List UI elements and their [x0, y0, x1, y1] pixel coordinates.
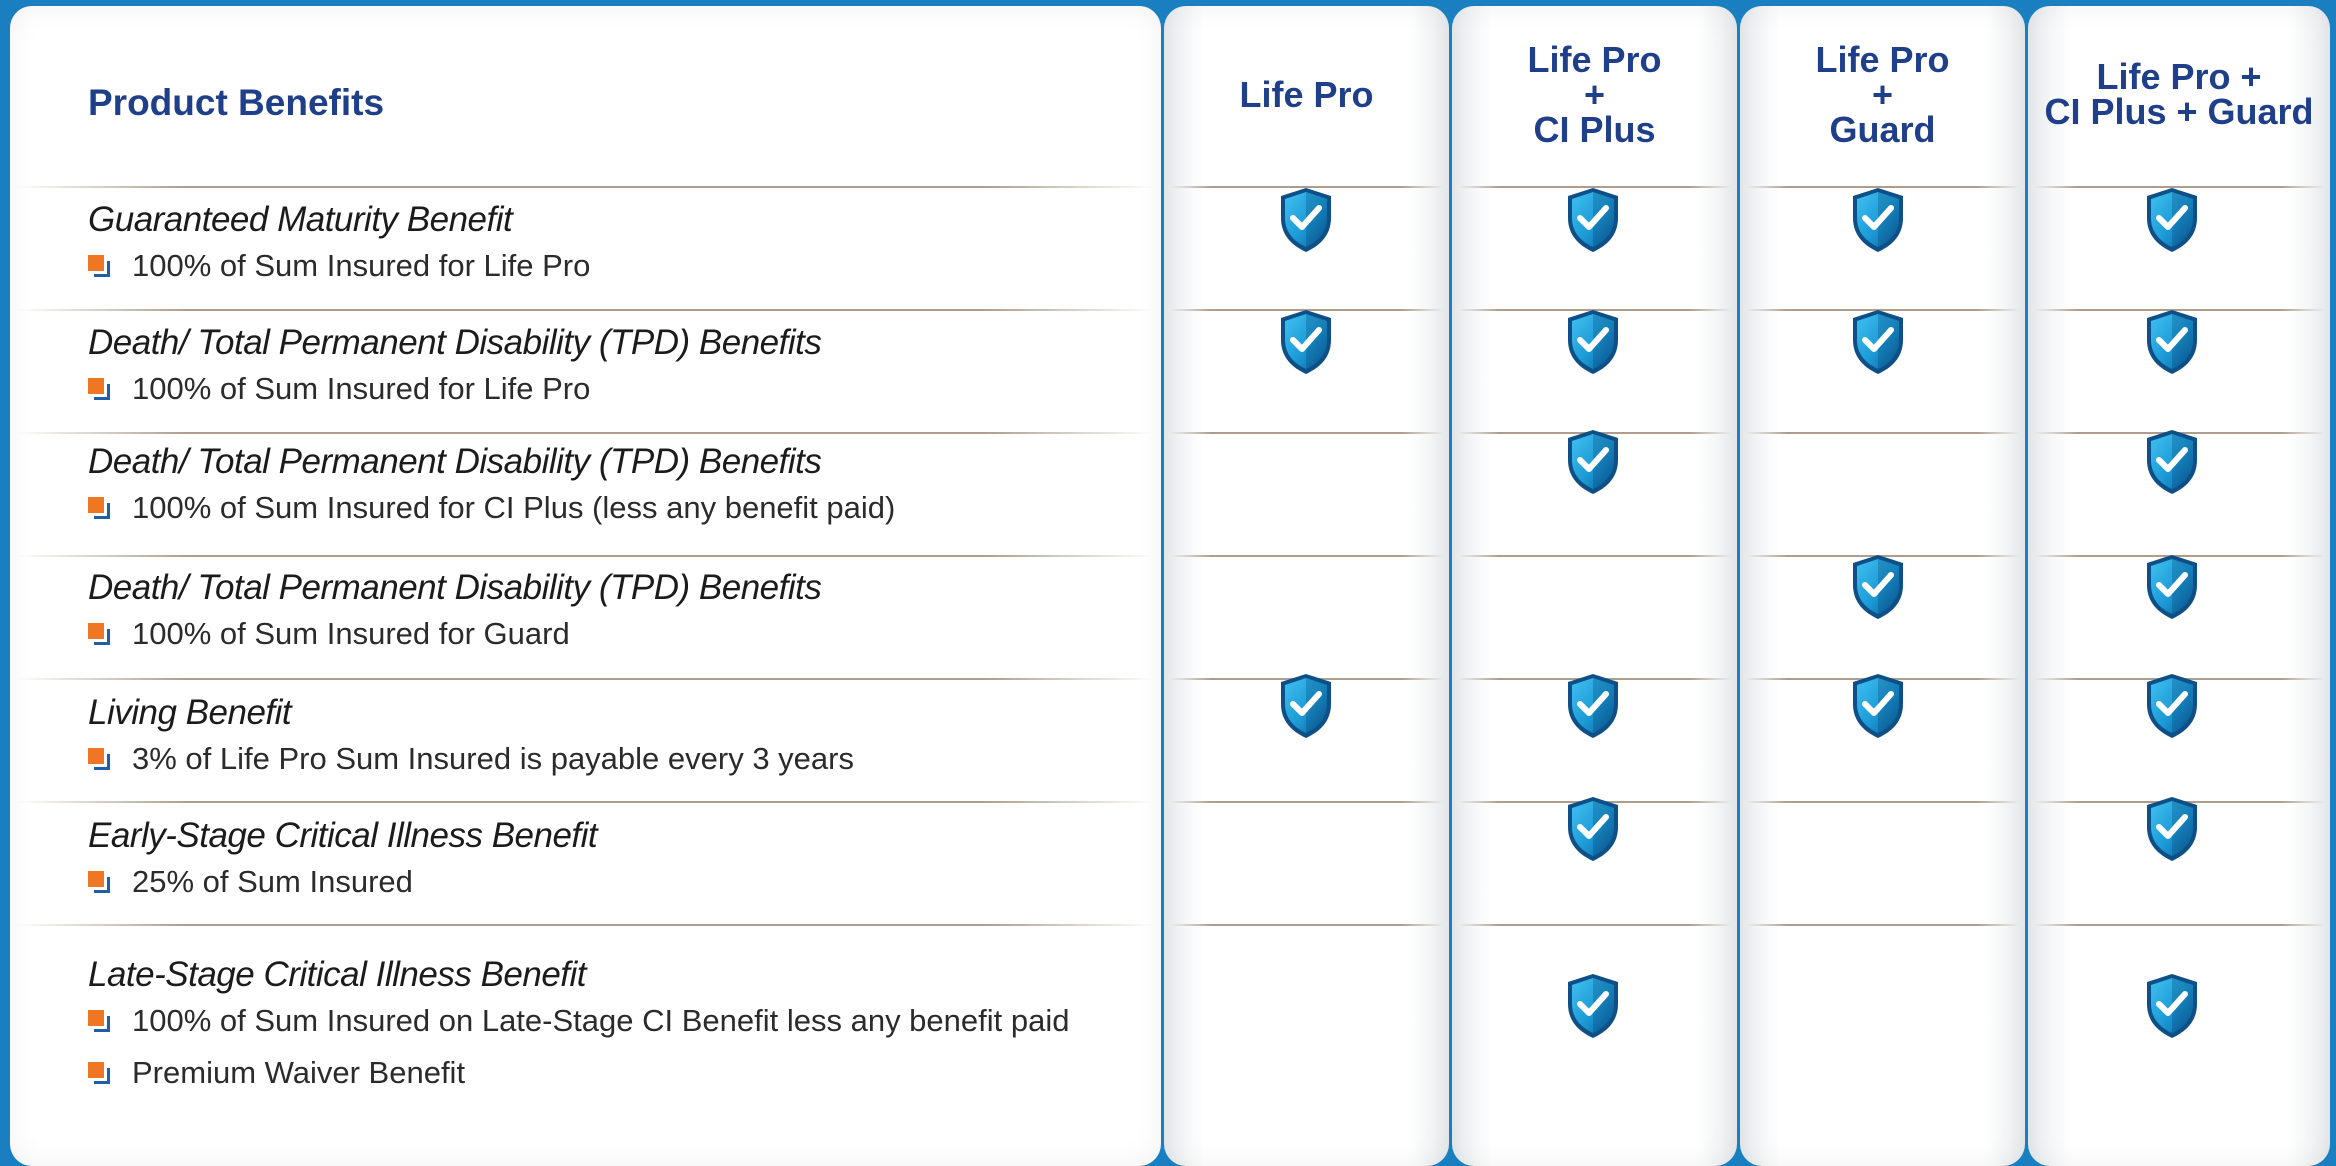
benefit-bullet: 100% of Sum Insured for Life Pro [88, 371, 821, 407]
benefit-bullet: 100% of Sum Insured on Late-Stage CI Ben… [88, 1003, 1069, 1039]
shield-check-icon [1565, 672, 1621, 740]
benefit-bullet: 3% of Life Pro Sum Insured is payable ev… [88, 741, 854, 777]
benefit-row: Late-Stage Critical Illness Benefit 100% … [88, 955, 1069, 1091]
shield-check-icon [1278, 672, 1334, 740]
benefit-row: Living Benefit 3% of Life Pro Sum Insured… [88, 693, 854, 777]
row-divider [2034, 924, 2324, 926]
row-divider [1170, 432, 1443, 434]
row-divider [1170, 555, 1443, 557]
benefit-detail: 25% of Sum Insured [132, 864, 413, 899]
row-divider [1746, 801, 2019, 803]
shield-check-icon [1278, 308, 1334, 376]
benefit-row: Death/ Total Permanent Disability (TPD) … [88, 568, 822, 652]
row-divider [1170, 924, 1443, 926]
column-header-life-pro-ci-plus-guard: Life Pro + CI Plus + Guard [2044, 56, 2314, 132]
shield-check-icon [1565, 972, 1621, 1040]
benefit-bullet: 25% of Sum Insured [88, 864, 597, 900]
benefit-row: Early-Stage Critical Illness Benefit 25% … [88, 816, 598, 900]
benefit-detail: 100% of Sum Insured for Guard [132, 616, 570, 651]
square-bullet-icon [88, 1010, 110, 1032]
row-divider [16, 924, 1155, 926]
benefit-detail: 100% of Sum Insured for Life Pro [132, 371, 591, 406]
shield-check-icon [1565, 795, 1621, 863]
shield-check-icon [2144, 428, 2200, 496]
shield-check-icon [1278, 186, 1334, 254]
benefit-title: Late-Stage Critical Illness Benefit [88, 955, 587, 994]
shield-check-icon [2144, 553, 2200, 621]
benefit-row: Death/ Total Permanent Disability (TPD) … [88, 442, 895, 526]
row-divider [16, 432, 1155, 434]
row-divider [16, 555, 1155, 557]
page-title: Product Benefits [88, 82, 385, 123]
shield-check-icon [1850, 308, 1906, 376]
row-divider [16, 801, 1155, 803]
row-divider [1746, 432, 2019, 434]
row-divider [1458, 924, 1731, 926]
shield-check-icon [1565, 428, 1621, 496]
shield-check-icon [2144, 972, 2200, 1040]
benefit-title: Guaranteed Maturity Benefit [88, 200, 513, 239]
square-bullet-icon [88, 1062, 110, 1084]
shield-check-icon [1850, 186, 1906, 254]
square-bullet-icon [88, 871, 110, 893]
row-divider [1458, 555, 1731, 557]
benefit-title: Death/ Total Permanent Disability (TPD) … [88, 323, 822, 362]
column-header-life-pro: Life Pro [1239, 73, 1374, 115]
square-bullet-icon [88, 623, 110, 645]
square-bullet-icon [88, 497, 110, 519]
shield-check-icon [2144, 308, 2200, 376]
shield-check-icon [1850, 553, 1906, 621]
shield-check-icon [2144, 672, 2200, 740]
benefit-row: Death/ Total Permanent Disability (TPD) … [88, 323, 822, 407]
benefit-detail: 100% of Sum Insured for Life Pro [132, 248, 591, 283]
shield-check-icon [1565, 308, 1621, 376]
benefit-detail: 3% of Life Pro Sum Insured is payable ev… [132, 741, 854, 776]
benefit-bullet: 100% of Sum Insured for Life Pro [88, 248, 590, 284]
shield-check-icon [2144, 186, 2200, 254]
benefit-bullet: Premium Waiver Benefit [88, 1055, 1069, 1091]
benefit-detail: 100% of Sum Insured for CI Plus (less an… [132, 490, 896, 525]
shield-check-icon [1565, 186, 1621, 254]
row-divider [1170, 801, 1443, 803]
benefit-title: Early-Stage Critical Illness Benefit [88, 816, 598, 855]
column-header-life-pro-guard: Life Pro + Guard [1815, 38, 1950, 150]
shield-check-icon [1850, 672, 1906, 740]
row-divider [1746, 924, 2019, 926]
square-bullet-icon [88, 378, 110, 400]
benefit-detail: 100% of Sum Insured on Late-Stage CI Ben… [132, 1003, 1070, 1038]
shield-check-icon [2144, 795, 2200, 863]
benefit-row: Guaranteed Maturity Benefit 100% of Sum I… [88, 200, 590, 284]
square-bullet-icon [88, 255, 110, 277]
benefit-bullet: 100% of Sum Insured for Guard [88, 616, 821, 652]
benefit-title: Death/ Total Permanent Disability (TPD) … [88, 442, 822, 481]
row-divider [16, 309, 1155, 311]
benefit-title: Death/ Total Permanent Disability (TPD) … [88, 568, 822, 607]
benefit-bullet: 100% of Sum Insured for CI Plus (less an… [88, 490, 895, 526]
benefit-title: Living Benefit [88, 693, 292, 732]
row-divider [16, 678, 1155, 680]
benefit-detail: Premium Waiver Benefit [132, 1055, 466, 1090]
column-header-life-pro-ci-plus: Life Pro + CI Plus [1527, 38, 1662, 150]
square-bullet-icon [88, 748, 110, 770]
row-divider [16, 186, 1155, 188]
